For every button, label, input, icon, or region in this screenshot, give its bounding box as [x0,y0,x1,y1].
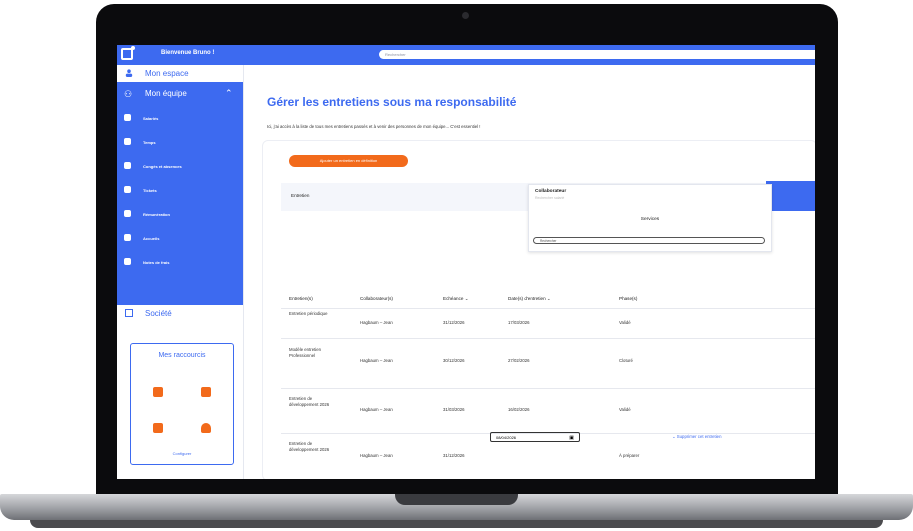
divider [281,338,815,339]
app-logo-icon[interactable] [121,46,135,60]
interviews-card: Ajouter un entretien en définition Entre… [262,140,815,479]
sidebar: Mon espace ⚇ Mon équipe ⌃ Salariés Temps… [117,65,244,479]
top-bar: Bienvenue Bruno ! Rechercher [117,45,815,65]
search-input[interactable]: Rechercher [379,50,815,59]
ticket-icon [124,186,131,193]
welcome-text: Bienvenue Bruno ! [161,50,215,56]
sidebar-item-leave[interactable]: Congés et absences [117,157,243,175]
page-subtitle: Ici, j'ai accès à la liste de tous mes e… [267,124,481,129]
team-section: ⚇ Mon équipe ⌃ Salariés Temps Congés et … [117,82,243,305]
sidebar-item-time[interactable]: Temps [117,133,243,151]
app-screen: Bienvenue Bruno ! Rechercher Mon espace … [117,45,815,479]
row-collaborator: Hagbaum – Jean [360,453,393,458]
column-header-phase[interactable]: Phase(s) [619,296,637,301]
receipt-icon [124,258,131,265]
camera-icon [462,12,469,19]
list-icon[interactable] [153,423,163,433]
divider [281,308,815,309]
column-header-interview[interactable]: Entretien(s) [289,296,313,301]
row-phase: À préparer [619,453,640,458]
sidebar-item-expenses[interactable]: Notes de frais [117,253,243,271]
interview-date-input[interactable]: 08/04/2026 ▣ [490,432,580,442]
document-icon [124,162,131,169]
row-deadline: 30/12/2026 [443,358,465,363]
sidebar-item-label: Accueils [143,236,160,241]
page-title: Gérer les entretiens sous ma responsabil… [267,95,517,109]
collaborator-search[interactable]: Rechercher salarié [535,196,564,200]
collaborator-label: Collaborateur [535,189,567,194]
interview-filter-label[interactable]: Entretien [291,193,309,198]
column-header-deadline[interactable]: Echéance ⌄ [443,296,469,302]
row-interview[interactable]: Modèle entretien Professionnel [289,347,337,359]
sidebar-item-label: Tickets [143,188,157,193]
row-date: 17/03/2026 [508,320,530,325]
calendar-icon[interactable]: ▣ [569,433,574,443]
shortcuts-title: Mes raccourcis [158,352,206,359]
laptop-notch [395,494,518,505]
delete-interview-label: Supprimer cet entretien [676,434,722,439]
row-date: 16/02/2026 [508,407,530,412]
services-input[interactable]: Rechercher [533,237,765,244]
collaborator-dropdown: Collaborateur Rechercher salarié Service… [528,184,772,252]
sidebar-item-label: Rémunération [143,212,170,217]
row-phase: Cloturé [619,358,633,363]
sidebar-item-label: Société [145,309,172,318]
sidebar-item-label: Mon espace [145,69,189,78]
sidebar-item-my-team[interactable]: ⚇ Mon équipe ⌃ [117,86,243,102]
row-phase: Validé [619,320,631,325]
row-phase: Validé [619,407,631,412]
configure-link[interactable]: Configurer [131,451,233,456]
car-icon [124,138,131,145]
row-deadline: 31/12/2026 [443,320,465,325]
row-deadline: 31/12/2026 [443,453,465,458]
row-collaborator: Hagbaum – Jean [360,320,393,325]
calendar-check-icon[interactable] [201,387,211,397]
row-interview[interactable]: Entretien de développement 2026 [289,396,341,408]
shortcuts-panel: Mes raccourcis Configurer [130,343,234,465]
sidebar-item-label: Temps [143,140,156,145]
user-group-icon[interactable] [201,423,211,433]
row-collaborator: Hagbaum – Jean [360,358,393,363]
leaf-icon [124,234,131,241]
row-deadline: 31/03/2026 [443,407,465,412]
row-date: 27/02/2026 [508,358,530,363]
sidebar-item-label: Notes de frais [143,260,170,265]
row-interview[interactable]: Entretien périodique [289,311,337,317]
sidebar-item-tickets[interactable]: Tickets [117,181,243,199]
users-icon [124,114,131,121]
sidebar-item-employees[interactable]: Salariés [117,109,243,127]
services-label: Services [640,217,660,222]
sidebar-item-onboarding[interactable]: Accueils [117,229,243,247]
team-icon: ⚇ [124,89,133,99]
divider [281,388,815,389]
filter-submit-button[interactable] [766,181,815,211]
delete-interview-link[interactable]: ⌄ Supprimer cet entretien [672,434,721,440]
sidebar-item-label: Salariés [143,116,159,121]
calendar-icon[interactable] [153,387,163,397]
user-icon [125,69,133,77]
row-collaborator: Hagbaum – Jean [360,407,393,412]
sidebar-item-pay[interactable]: Rémunération [117,205,243,223]
date-value: 08/04/2026 [496,435,517,440]
sidebar-item-company[interactable]: Société [117,305,243,323]
sidebar-item-label: Congés et absences [143,164,182,169]
main-content: Gérer les entretiens sous ma responsabil… [244,65,815,479]
sidebar-item-my-space[interactable]: Mon espace [117,65,243,82]
column-header-collaborator[interactable]: Collaborateur(s) [360,296,393,301]
laptop-shadow [30,520,883,528]
sidebar-item-label: Mon équipe [145,89,187,98]
row-interview[interactable]: Entretien de développement 2026 [289,441,341,453]
add-interview-button[interactable]: Ajouter un entretien en définition [289,155,408,167]
coin-icon [124,210,131,217]
column-header-interview-date[interactable]: Date(s) d'entretien ⌄ [508,296,551,302]
building-icon [125,309,133,317]
chevron-up-icon[interactable]: ⌃ [225,88,233,99]
